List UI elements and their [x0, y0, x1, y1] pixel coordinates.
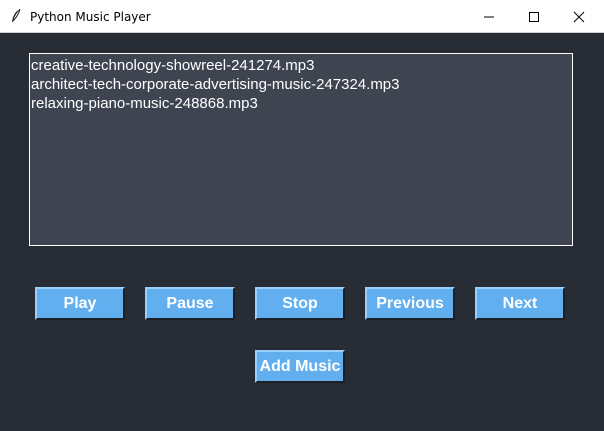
maximize-icon: [528, 11, 539, 22]
minimize-icon: [483, 16, 494, 17]
stop-button[interactable]: Stop: [255, 287, 345, 320]
playlist-item[interactable]: creative-technology-showreel-241274.mp3: [31, 56, 571, 75]
close-icon: [573, 11, 584, 22]
window-title: Python Music Player: [30, 10, 151, 24]
title-bar: Python Music Player: [0, 0, 604, 33]
playlist-listbox[interactable]: creative-technology-showreel-241274.mp3 …: [29, 53, 573, 246]
feather-icon: [10, 8, 22, 24]
playlist-item[interactable]: architect-tech-corporate-advertising-mus…: [31, 75, 571, 94]
play-button[interactable]: Play: [35, 287, 125, 320]
next-button[interactable]: Next: [475, 287, 565, 320]
maximize-button[interactable]: [511, 0, 556, 33]
previous-button[interactable]: Previous: [365, 287, 455, 320]
add-music-button[interactable]: Add Music: [255, 350, 345, 383]
close-button[interactable]: [556, 0, 601, 33]
pause-button[interactable]: Pause: [145, 287, 235, 320]
playlist-item[interactable]: relaxing-piano-music-248868.mp3: [31, 94, 571, 113]
minimize-button[interactable]: [466, 0, 511, 33]
